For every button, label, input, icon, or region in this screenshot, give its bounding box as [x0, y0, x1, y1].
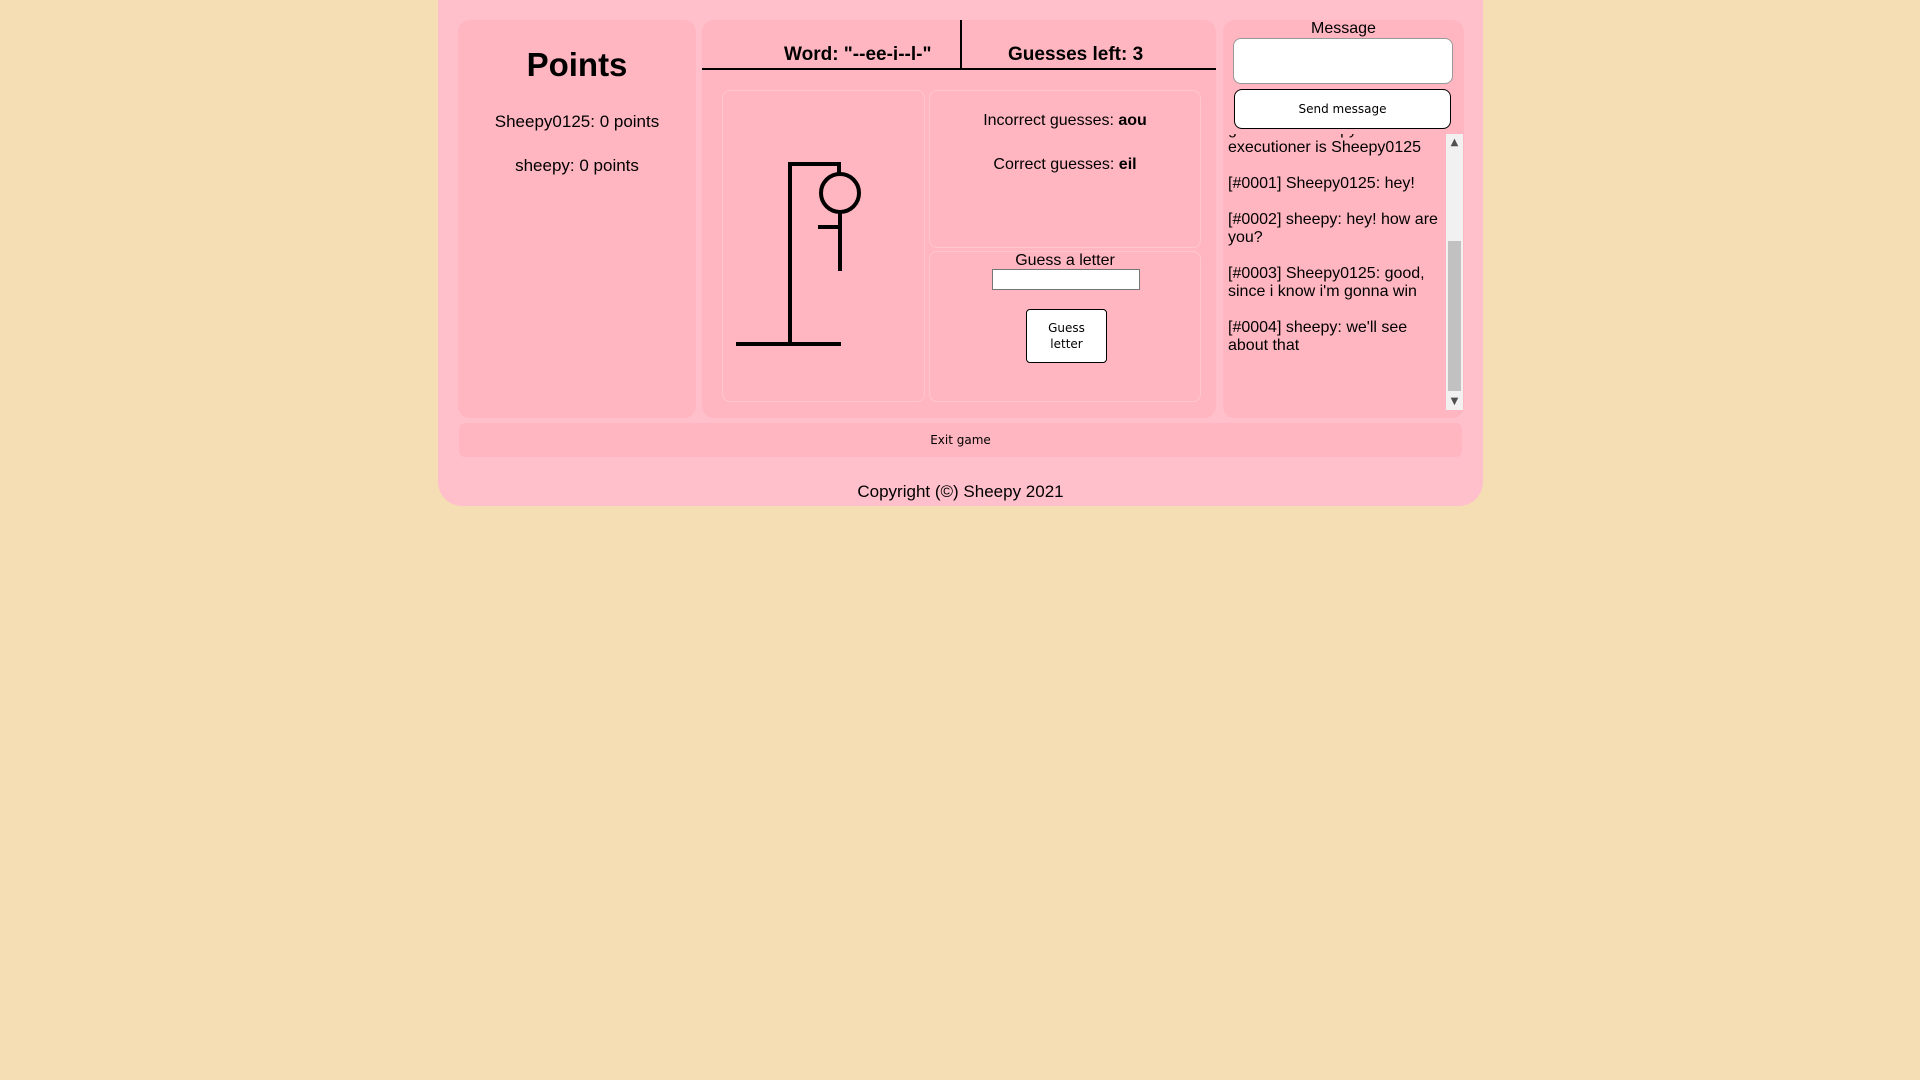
hangman-drawing — [736, 162, 861, 346]
chevron-down-icon[interactable]: ▼ — [1446, 393, 1463, 410]
chat-message: guesser is sheepy and the executioner is… — [1228, 134, 1422, 156]
word-display: Word: "--ee-i--l-" — [784, 44, 932, 65]
game-container: Points Sheepy0125: 0 points sheepy: 0 po… — [438, 0, 1483, 506]
player-score: Sheepy0125: 0 points — [494, 112, 660, 131]
send-message-button[interactable]: Send message — [1234, 89, 1451, 129]
chat-message: [#0002] sheepy: hey! how are you? — [1228, 211, 1438, 246]
chat-message: [#0004] sheepy: we'll see about that — [1228, 319, 1408, 354]
guesses-left-display: Guesses left: 3 — [1008, 44, 1144, 65]
hangman-head — [819, 172, 861, 214]
chat-scrollbar[interactable]: ▲ ▼ — [1446, 134, 1463, 410]
guess-letter-input[interactable] — [992, 269, 1140, 290]
exit-game-button[interactable]: Exit game — [459, 423, 1462, 457]
correct-guesses: Correct guesses: eil — [930, 156, 1200, 174]
chat-scroll-area: guesser is sheepy and the executioner is… — [1223, 134, 1445, 418]
chat-message: [#0003] Sheepy0125: good, since i know i… — [1228, 265, 1425, 300]
game-panel: Word: "--ee-i--l-" Guesses left: 3 Incor… — [702, 20, 1216, 418]
chat-message: [#0001] Sheepy0125: hey! — [1228, 175, 1415, 192]
message-label: Message — [1311, 20, 1376, 37]
points-panel: Points Sheepy0125: 0 points sheepy: 0 po… — [458, 20, 696, 418]
chat-log[interactable]: guesser is sheepy and the executioner is… — [1223, 134, 1464, 418]
incorrect-guesses-label: Incorrect guesses: — [983, 112, 1119, 129]
header-divider — [960, 20, 962, 68]
chat-messages: guesser is sheepy and the executioner is… — [1228, 134, 1441, 373]
gallows-drawing-box — [722, 90, 925, 402]
guesses-info-box: Incorrect guesses: aou Correct guesses: … — [929, 90, 1201, 248]
incorrect-guesses: Incorrect guesses: aou — [930, 112, 1200, 130]
player-score: sheepy: 0 points — [515, 156, 639, 175]
copyright-text: Copyright (©) Sheepy 2021 — [857, 482, 1064, 501]
points-title: Points — [526, 46, 628, 83]
incorrect-guesses-value: aou — [1118, 112, 1147, 129]
correct-guesses-value: eil — [1118, 156, 1137, 173]
guess-letter-label: Guess a letter — [1015, 252, 1115, 269]
guess-form-box: Guess a letter Guess letter — [929, 251, 1201, 402]
chat-panel: Message Send message guesser is sheepy a… — [1223, 20, 1464, 418]
correct-guesses-label: Correct guesses: — [993, 156, 1119, 173]
message-input[interactable] — [1233, 38, 1453, 84]
chevron-up-icon[interactable]: ▲ — [1446, 134, 1463, 151]
scrollbar-thumb[interactable] — [1448, 241, 1461, 391]
game-header: Word: "--ee-i--l-" Guesses left: 3 — [702, 20, 1216, 70]
guess-letter-button[interactable]: Guess letter — [1026, 309, 1107, 363]
